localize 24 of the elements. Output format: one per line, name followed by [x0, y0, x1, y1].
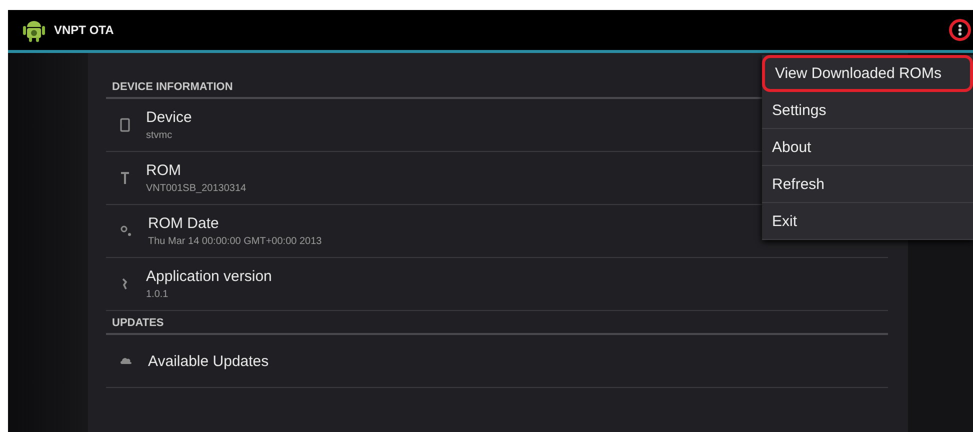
preference-title: Available Updates [148, 352, 269, 370]
overflow-icon [958, 24, 962, 36]
android-logo-icon [22, 18, 46, 42]
overflow-menu-button[interactable] [949, 19, 971, 41]
antenna-icon [120, 171, 130, 185]
menu-item[interactable]: View Downloaded ROMs [762, 55, 973, 92]
preference-summary: VNT001SB_20130314 [146, 183, 246, 194]
section-header: UPDATES [106, 317, 888, 335]
preference-title: ROM Date [148, 215, 220, 232]
gears-icon [120, 225, 132, 237]
wrench-icon [120, 277, 130, 291]
menu-item[interactable]: Refresh [762, 166, 973, 203]
preference-summary: Thu Mar 14 00:00:00 GMT+00:00 2013 [148, 236, 322, 247]
app-title: VNPT OTA [54, 23, 115, 37]
menu-item[interactable]: Exit [762, 203, 973, 240]
preference-summary: 1.0.1 [146, 289, 170, 300]
preference-summary: stvmc [146, 130, 174, 141]
menu-item[interactable]: About [762, 129, 973, 166]
preference-title: ROM [146, 162, 182, 179]
phone-icon [120, 118, 130, 132]
cloud-icon [120, 356, 132, 366]
preference-title: Device [146, 109, 192, 126]
preference-title: Application version [146, 268, 272, 285]
menu-item[interactable]: Settings [762, 92, 973, 129]
